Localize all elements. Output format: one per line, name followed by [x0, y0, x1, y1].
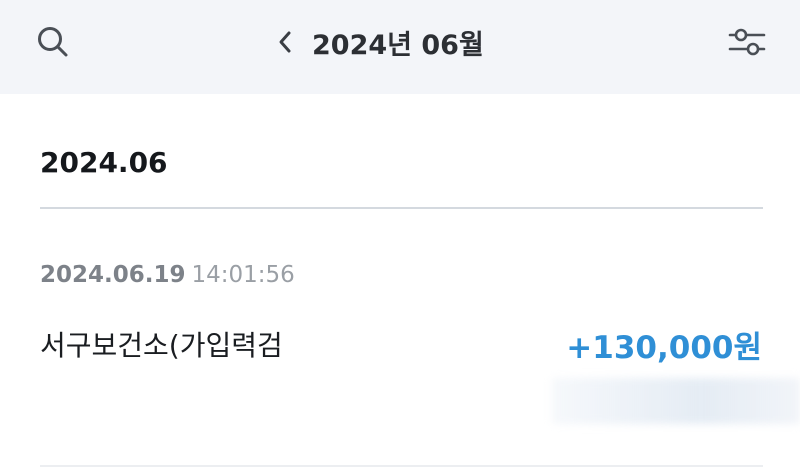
sliders-icon: [728, 28, 766, 56]
month-section-title: 2024.06: [40, 146, 168, 179]
month-navigator: 2024년 06월: [270, 20, 484, 64]
top-bar: 2024년 06월: [0, 0, 800, 94]
transaction-date: 2024.06.19: [40, 262, 186, 288]
chevron-left-icon: [279, 31, 291, 53]
transaction-title[interactable]: 서구보건소(가입력검: [40, 324, 283, 364]
filter-button[interactable]: [722, 20, 772, 64]
transaction-amount: +130,000원: [566, 330, 762, 366]
previous-month-button[interactable]: [270, 20, 300, 64]
month-title[interactable]: 2024년 06월: [312, 23, 484, 62]
transaction-time: 14:01:56: [191, 262, 295, 288]
search-button[interactable]: [30, 22, 76, 62]
list-divider: [40, 465, 763, 467]
transaction-history-screen: 2024년 06월 2024.06 2024.06.19 14:01:56 서구보…: [0, 0, 800, 473]
section-divider: [40, 207, 763, 209]
transaction-datetime: 2024.06.19 14:01:56: [40, 262, 295, 288]
search-icon: [38, 27, 68, 57]
blurred-overlay: [552, 378, 800, 424]
